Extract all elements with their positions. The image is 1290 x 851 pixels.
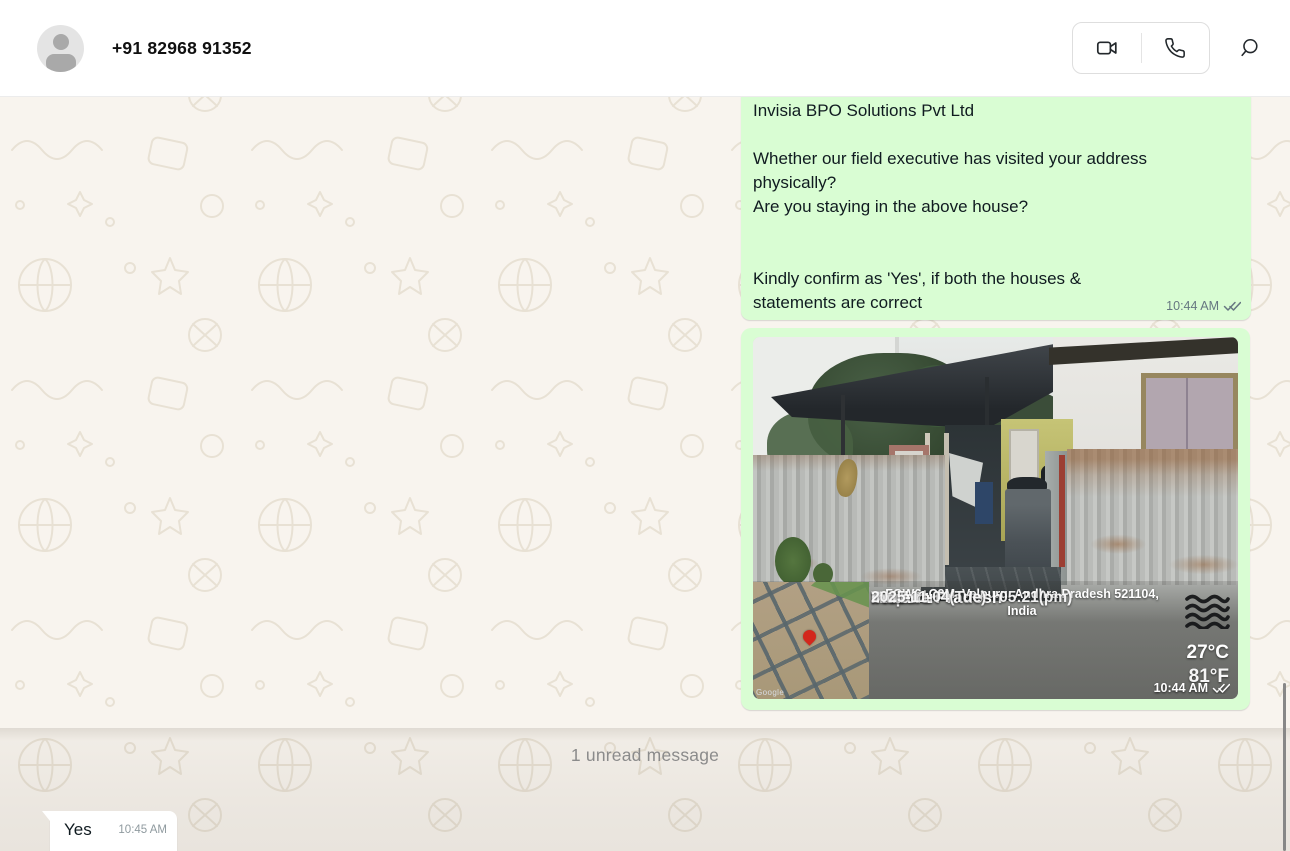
voice-call-button[interactable] [1142,23,1210,73]
photo-appliance [1005,489,1051,577]
contact-avatar[interactable] [37,25,84,72]
house-photo[interactable]: Google FQW6+C9M, Velpuru, Andhra Pradesh… [753,337,1238,699]
unread-messages-label: 1 unread message [0,745,1290,766]
image-message-meta: 10:44 AM [1154,681,1230,695]
whatsapp-chat-window: Invisia BPO Solutions Pvt Ltd Whether ou… [0,0,1290,851]
map-green-area [811,582,869,609]
map-watermark: Google [756,688,784,697]
triple-wave-icon [1184,593,1230,629]
photo-blue-cloth [975,482,993,524]
bubble-tail [42,811,50,821]
avatar-person-icon [53,34,69,50]
map-pin-icon [800,627,818,645]
temperature-celsius: 27°C [1187,642,1229,664]
video-camera-icon [1094,36,1120,60]
message-text: Yes [64,820,92,840]
message-outgoing-image[interactable]: Google FQW6+C9M, Velpuru, Andhra Pradesh… [741,328,1250,710]
photo-door [1141,373,1238,457]
video-call-button[interactable] [1073,23,1141,73]
message-incoming-text[interactable]: Yes 10:45 AM [50,811,177,851]
gps-map-inset: Google [753,582,869,699]
search-button[interactable] [1231,30,1267,66]
weather-logo [1184,593,1230,629]
photo-shrub [775,537,811,585]
unread-messages-band: 1 unread message [0,728,1290,851]
search-icon [1238,37,1260,59]
photo-corrugated-fence-right [1067,449,1238,585]
message-outgoing-text[interactable]: Invisia BPO Solutions Pvt Ltd Whether ou… [741,89,1251,320]
chat-scrollbar-thumb[interactable] [1283,683,1286,851]
phone-icon [1164,37,1186,59]
avatar-person-icon [46,54,76,72]
chat-header: +91 82968 91352 [0,0,1290,97]
contact-name[interactable]: +91 82968 91352 [112,0,252,96]
gps-datetime: 2025-11-04(Tue) 05:21(pm) [871,586,1072,609]
delivered-double-check-icon [1223,300,1241,312]
photo-door-split [1186,378,1188,452]
message-time: 10:45 AM [118,824,167,836]
message-time: 10:44 AM [1166,299,1219,313]
message-meta: 10:44 AM [1166,299,1241,313]
photo-red-post [1059,455,1065,567]
delivered-double-check-icon [1212,682,1230,694]
message-time: 10:44 AM [1154,681,1208,695]
call-buttons-group [1072,22,1210,74]
message-text: Invisia BPO Solutions Pvt Ltd Whether ou… [753,99,1239,315]
